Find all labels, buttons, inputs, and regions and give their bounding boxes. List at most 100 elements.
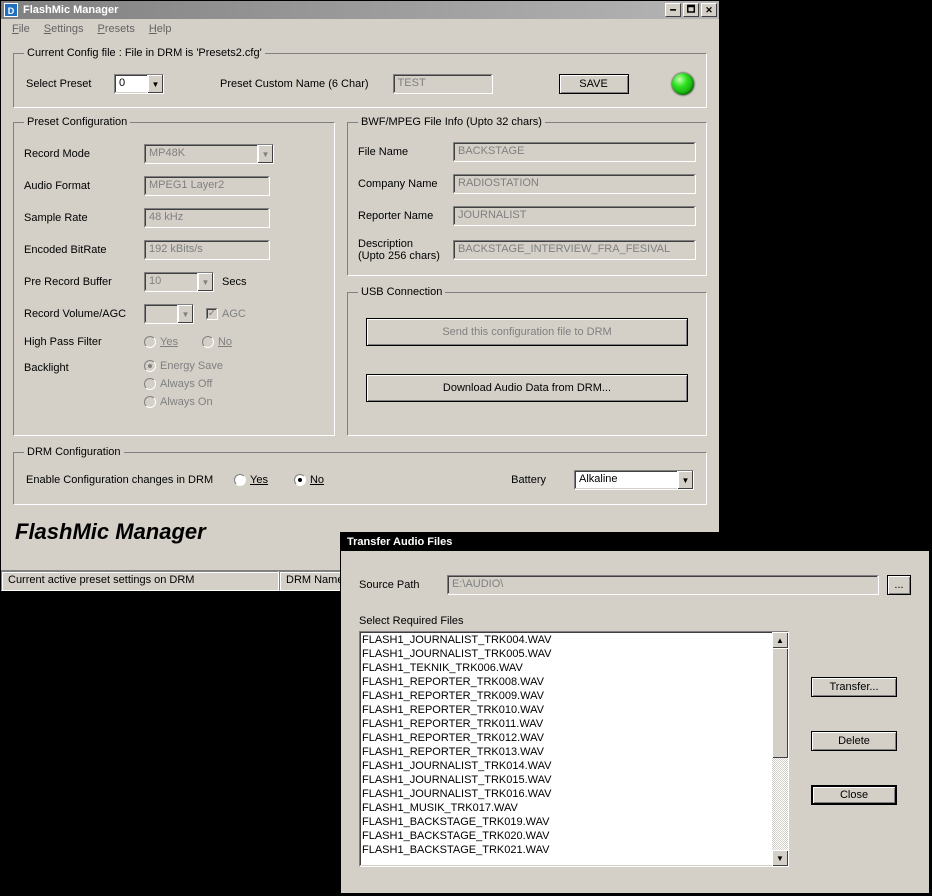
prerec-combo: 10▼	[144, 272, 214, 292]
scroll-up-icon[interactable]: ▲	[772, 632, 788, 648]
sample-rate-label: Sample Rate	[24, 212, 144, 224]
bitrate-field: 192 kBits/s	[144, 240, 270, 260]
record-mode-label: Record Mode	[24, 148, 144, 160]
main-titlebar[interactable]: D FlashMic Manager 🗕 🗖 ✕	[1, 1, 719, 19]
backlight-label: Backlight	[24, 360, 144, 374]
download-audio-button[interactable]: Download Audio Data from DRM...	[366, 374, 688, 402]
reporter-label: Reporter Name	[358, 210, 453, 222]
list-item[interactable]: FLASH1_BACKSTAGE_TRK020.WAV	[362, 829, 770, 843]
agc-checkbox: AGC	[206, 308, 246, 320]
custom-name-field: TEST	[393, 74, 493, 94]
select-files-label: Select Required Files	[359, 615, 911, 627]
list-item[interactable]: FLASH1_REPORTER_TRK012.WAV	[362, 731, 770, 745]
menu-presets[interactable]: Presets	[91, 21, 142, 37]
desc-label: Description(Upto 256 chars)	[358, 238, 453, 262]
main-window: D FlashMic Manager 🗕 🗖 ✕ File Settings P…	[0, 0, 720, 592]
drm-config-legend: DRM Configuration	[24, 446, 124, 458]
source-path-field: E:\AUDIO\	[447, 575, 879, 595]
list-item[interactable]: FLASH1_REPORTER_TRK013.WAV	[362, 745, 770, 759]
app-icon: D	[3, 2, 19, 18]
company-label: Company Name	[358, 178, 453, 190]
scroll-down-icon[interactable]: ▼	[772, 850, 788, 866]
chevron-down-icon[interactable]: ▼	[147, 75, 163, 93]
audio-format-field: MPEG1 Layer2	[144, 176, 270, 196]
preset-config-legend: Preset Configuration	[24, 116, 130, 128]
list-item[interactable]: FLASH1_JOURNALIST_TRK004.WAV	[362, 633, 770, 647]
vol-label: Record Volume/AGC	[24, 308, 144, 320]
list-item[interactable]: FLASH1_JOURNALIST_TRK014.WAV	[362, 759, 770, 773]
scrollbar[interactable]: ▲ ▼	[772, 632, 788, 866]
list-item[interactable]: FLASH1_REPORTER_TRK009.WAV	[362, 689, 770, 703]
file-name-field: BACKSTAGE	[453, 142, 696, 162]
menubar: File Settings Presets Help	[1, 19, 719, 39]
prerec-unit: Secs	[222, 276, 246, 288]
minimize-button[interactable]: 🗕	[665, 3, 681, 17]
source-path-label: Source Path	[359, 579, 439, 591]
list-item[interactable]: FLASH1_REPORTER_TRK011.WAV	[362, 717, 770, 731]
enable-config-label: Enable Configuration changes in DRM	[26, 474, 226, 486]
reporter-field: JOURNALIST	[453, 206, 696, 226]
list-item[interactable]: FLASH1_REPORTER_TRK008.WAV	[362, 675, 770, 689]
menu-help[interactable]: Help	[142, 21, 179, 37]
usb-legend: USB Connection	[358, 286, 445, 298]
browse-button[interactable]: ...	[887, 575, 911, 595]
transfer-title: Transfer Audio Files	[343, 536, 452, 548]
delete-button[interactable]: Delete	[811, 731, 897, 751]
bl-on-radio: Always On	[144, 396, 324, 408]
enable-no-radio[interactable]: No	[294, 474, 324, 486]
status-led-icon	[672, 73, 694, 95]
main-title: FlashMic Manager	[23, 4, 118, 16]
list-item[interactable]: FLASH1_MUSIK_TRK017.WAV	[362, 801, 770, 815]
list-item[interactable]: FLASH1_TEKNIK_TRK006.WAV	[362, 661, 770, 675]
bl-off-radio: Always Off	[144, 378, 324, 390]
enable-yes-radio[interactable]: Yes	[234, 474, 268, 486]
chevron-down-icon: ▼	[257, 145, 273, 163]
bitrate-label: Encoded BitRate	[24, 244, 144, 256]
file-listbox[interactable]: FLASH1_JOURNALIST_TRK004.WAVFLASH1_JOURN…	[359, 631, 789, 867]
chevron-down-icon[interactable]: ▼	[677, 471, 693, 489]
vol-combo: ▼	[144, 304, 194, 324]
send-config-button: Send this configuration file to DRM	[366, 318, 688, 346]
config-file-group: Current Config file : File in DRM is 'Pr…	[13, 47, 707, 108]
hpf-label: High Pass Filter	[24, 336, 144, 348]
config-file-legend: Current Config file : File in DRM is 'Pr…	[24, 47, 265, 59]
custom-name-label: Preset Custom Name (6 Char)	[220, 78, 369, 90]
hpf-yes-radio: Yes	[144, 336, 178, 348]
close-button[interactable]: ✕	[701, 3, 717, 17]
audio-format-label: Audio Format	[24, 180, 144, 192]
maximize-button[interactable]: 🗖	[683, 3, 699, 17]
list-item[interactable]: FLASH1_JOURNALIST_TRK016.WAV	[362, 787, 770, 801]
select-preset-combo[interactable]: 0 ▼	[114, 74, 164, 94]
battery-label: Battery	[511, 474, 546, 486]
list-item[interactable]: FLASH1_REPORTER_TRK010.WAV	[362, 703, 770, 717]
list-item[interactable]: FLASH1_BACKSTAGE_TRK019.WAV	[362, 815, 770, 829]
select-preset-label: Select Preset	[26, 78, 106, 90]
list-item[interactable]: FLASH1_JOURNALIST_TRK015.WAV	[362, 773, 770, 787]
svg-text:D: D	[8, 6, 15, 16]
file-name-label: File Name	[358, 146, 453, 158]
bwf-group: BWF/MPEG File Info (Upto 32 chars) File …	[347, 116, 707, 276]
close-dialog-button[interactable]: Close	[811, 785, 897, 805]
record-mode-combo: MP48K▼	[144, 144, 274, 164]
desc-field: BACKSTAGE_INTERVIEW_FRA_FESIVAL	[453, 240, 696, 260]
save-button[interactable]: SAVE	[559, 74, 629, 94]
battery-combo[interactable]: Alkaline▼	[574, 470, 694, 490]
sample-rate-field: 48 kHz	[144, 208, 270, 228]
list-item[interactable]: FLASH1_JOURNALIST_TRK005.WAV	[362, 647, 770, 661]
list-item[interactable]: FLASH1_BACKSTAGE_TRK021.WAV	[362, 843, 770, 857]
transfer-button[interactable]: Transfer...	[811, 677, 897, 697]
chevron-down-icon: ▼	[197, 273, 213, 291]
chevron-down-icon: ▼	[177, 305, 193, 323]
transfer-window: Transfer Audio Files Source Path E:\AUDI…	[340, 532, 930, 894]
preset-config-group: Preset Configuration Record Mode MP48K▼ …	[13, 116, 335, 436]
menu-file[interactable]: File	[5, 21, 37, 37]
status-cell-1: Current active preset settings on DRM	[1, 571, 279, 591]
hpf-no-radio: No	[202, 336, 232, 348]
scroll-thumb[interactable]	[772, 648, 788, 758]
prerec-label: Pre Record Buffer	[24, 276, 144, 288]
menu-settings[interactable]: Settings	[37, 21, 91, 37]
drm-config-group: DRM Configuration Enable Configuration c…	[13, 446, 707, 505]
bl-energy-radio: Energy Save	[144, 360, 324, 372]
transfer-titlebar[interactable]: Transfer Audio Files	[341, 533, 929, 551]
company-field: RADIOSTATION	[453, 174, 696, 194]
